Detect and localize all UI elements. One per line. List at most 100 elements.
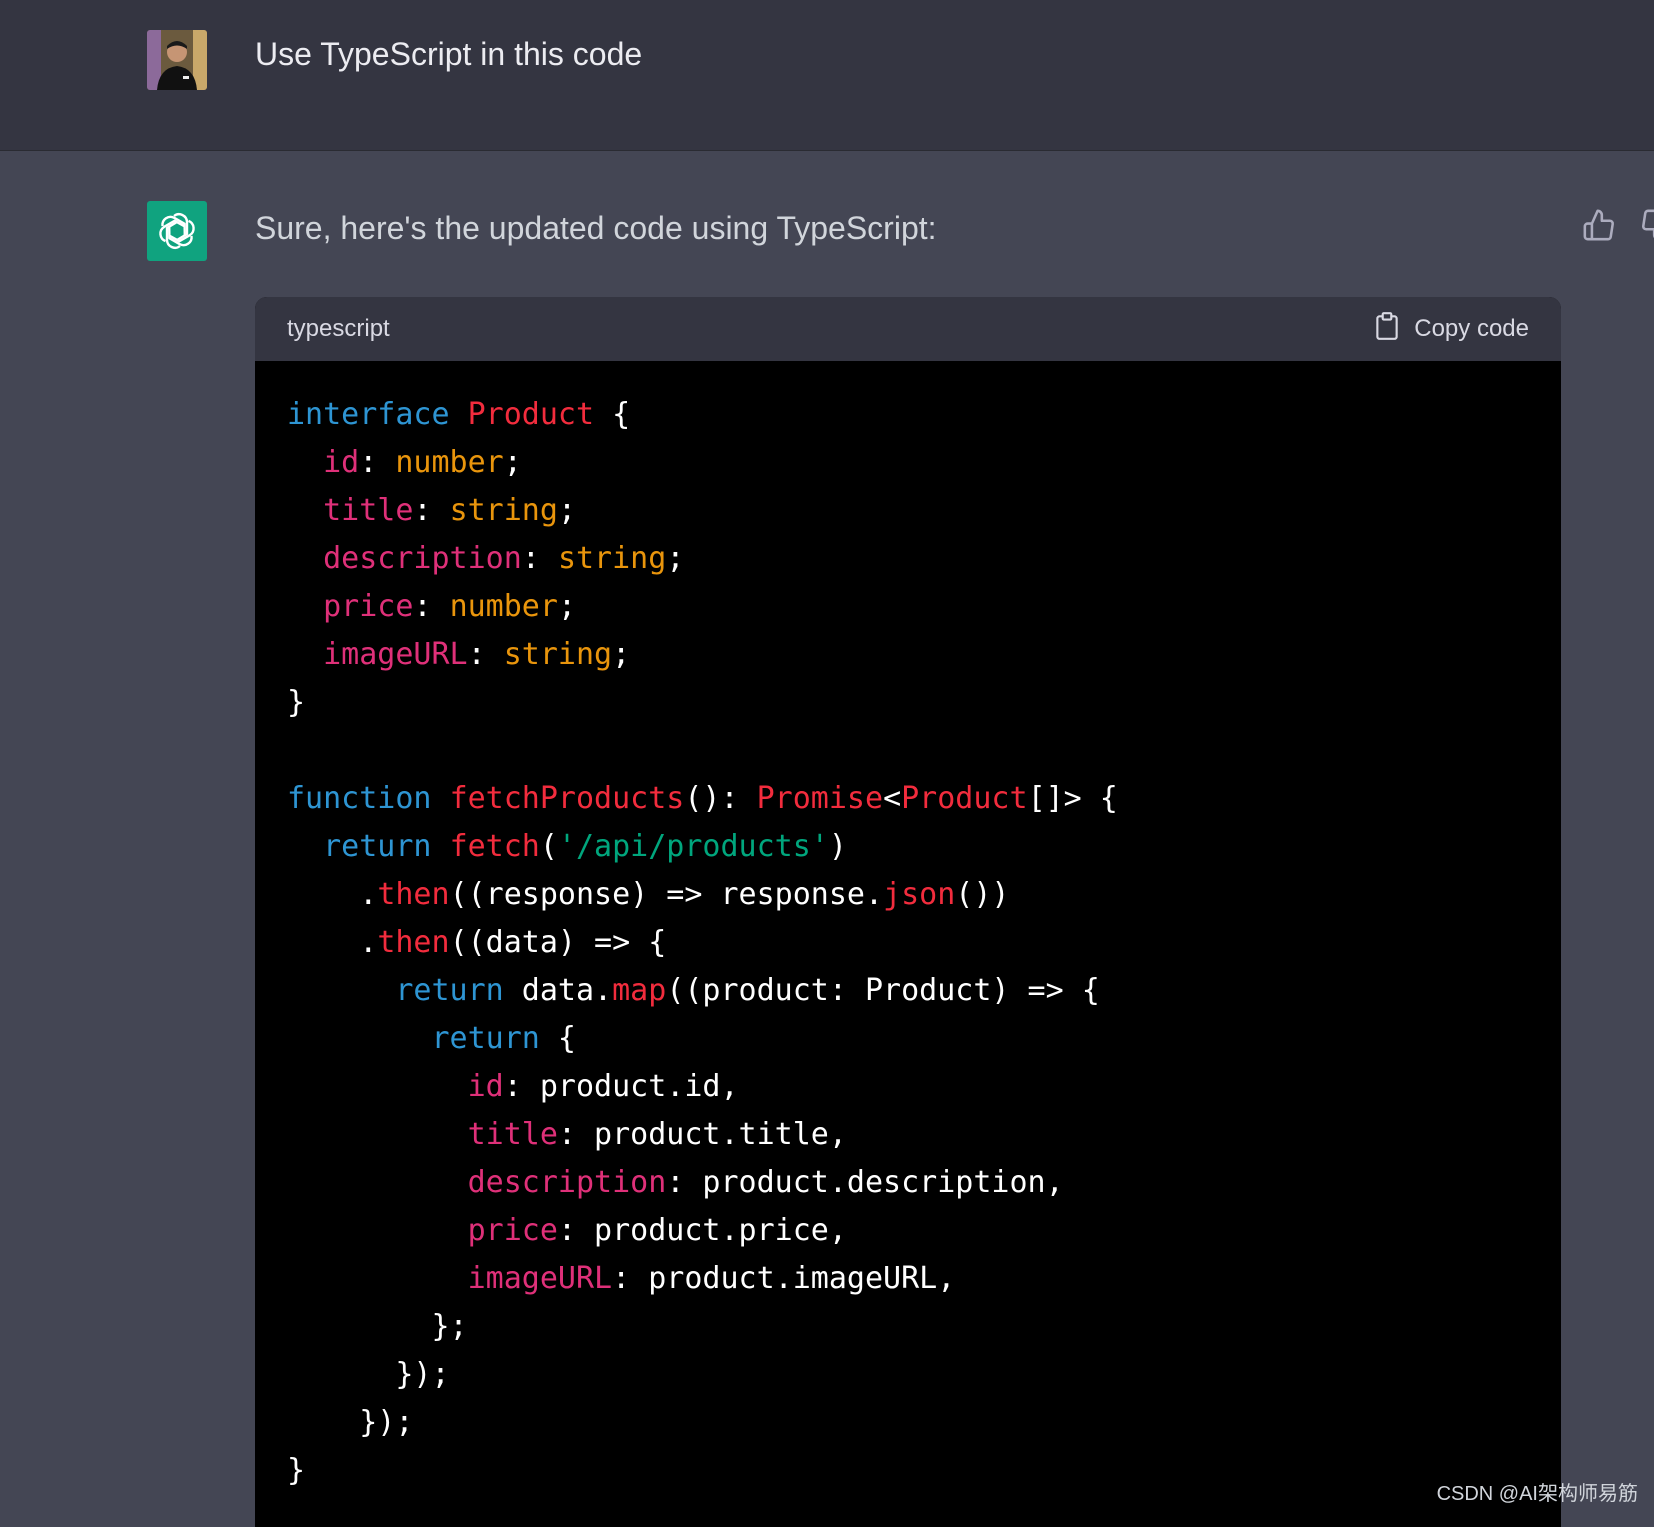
user-message-row: Use TypeScript in this code: [0, 0, 1654, 151]
code-token: id: [323, 445, 360, 480]
code-header: typescript Copy code: [255, 297, 1561, 361]
code-token: :: [413, 589, 450, 624]
code-line: return {: [287, 1015, 1561, 1063]
code-line: .then((data) => {: [287, 919, 1561, 967]
code-token: };: [287, 1309, 468, 1344]
code-token: : product.id,: [503, 1069, 739, 1104]
code-token: :: [467, 637, 504, 672]
code-token: : product.description,: [666, 1165, 1064, 1200]
code-line: title: product.title,: [287, 1111, 1561, 1159]
code-token: json: [883, 877, 956, 912]
code-line: price: number;: [287, 583, 1561, 631]
user-message-text: Use TypeScript in this code: [255, 36, 643, 72]
code-token: return: [431, 1021, 540, 1056]
code-line: return fetch('/api/products'): [287, 823, 1561, 871]
code-token: :: [413, 493, 450, 528]
code-token: function: [287, 781, 432, 816]
code-token: ;: [557, 493, 576, 528]
code-token: map: [612, 973, 667, 1008]
code-token: .: [287, 925, 378, 960]
code-token: fetchProducts: [449, 781, 685, 816]
code-token: id: [467, 1069, 504, 1104]
code-token: data.: [503, 973, 613, 1008]
code-line: };: [287, 1303, 1561, 1351]
code-token: ():: [684, 781, 757, 816]
code-token: price: [467, 1213, 558, 1248]
code-token: Product: [467, 397, 595, 432]
code-token: ;: [503, 445, 522, 480]
code-content: interface Product { id: number; title: s…: [255, 361, 1561, 1495]
code-token: }: [287, 685, 306, 720]
code-token: return: [323, 829, 432, 864]
clipboard-icon: [1374, 311, 1400, 348]
code-token: then: [377, 877, 450, 912]
code-line: }: [287, 679, 1561, 727]
code-line: imageURL: product.imageURL,: [287, 1255, 1561, 1303]
code-token: []> {: [1027, 781, 1118, 816]
code-line: title: string;: [287, 487, 1561, 535]
code-line: description: product.description,: [287, 1159, 1561, 1207]
code-line: function fetchProducts(): Promise<Produc…: [287, 775, 1561, 823]
code-token: price: [323, 589, 414, 624]
code-token: string: [449, 493, 558, 528]
code-token: {: [594, 397, 631, 432]
code-token: Product: [901, 781, 1028, 816]
code-token: then: [377, 925, 450, 960]
assistant-intro-text: Sure, here's the updated code using Type…: [255, 210, 937, 246]
code-token: interface: [287, 397, 450, 432]
code-token: ;: [612, 637, 631, 672]
watermark: CSDN @AI架构师易筋: [1436, 1483, 1638, 1505]
code-token: : product.price,: [557, 1213, 847, 1248]
copy-code-button[interactable]: Copy code: [1374, 311, 1529, 348]
code-token: (: [539, 829, 558, 864]
code-line: });: [287, 1351, 1561, 1399]
code-line: imageURL: string;: [287, 631, 1561, 679]
code-token: imageURL: [467, 1261, 613, 1296]
code-line: .then((response) => response.json()): [287, 871, 1561, 919]
code-token: ((product: Product) => {: [666, 973, 1100, 1008]
code-token: }: [287, 1453, 306, 1488]
code-token: ()): [955, 877, 1010, 912]
thumbs-up-icon[interactable]: [1582, 207, 1616, 243]
user-avatar: [147, 30, 207, 90]
code-token: title: [323, 493, 414, 528]
code-token: description: [467, 1165, 667, 1200]
code-token: string: [503, 637, 613, 672]
code-token: {: [539, 1021, 576, 1056]
code-token: });: [287, 1357, 450, 1392]
code-line: }: [287, 1447, 1561, 1495]
thumbs-down-icon[interactable]: [1640, 207, 1654, 243]
code-line: id: product.id,: [287, 1063, 1561, 1111]
code-token: : product.title,: [557, 1117, 847, 1152]
code-token: '/api/products': [557, 829, 829, 864]
code-line: price: product.price,: [287, 1207, 1561, 1255]
code-token: <: [883, 781, 902, 816]
code-token: description: [323, 541, 522, 576]
code-line: return data.map((product: Product) => {: [287, 967, 1561, 1015]
code-token: : product.imageURL,: [612, 1261, 956, 1296]
code-line: description: string;: [287, 535, 1561, 583]
code-token: ;: [557, 589, 576, 624]
code-line: });: [287, 1399, 1561, 1447]
code-token: ): [828, 829, 847, 864]
code-token: fetch: [449, 829, 540, 864]
code-token: number: [395, 445, 504, 480]
code-token: title: [467, 1117, 558, 1152]
assistant-message-row: Sure, here's the updated code using Type…: [0, 151, 1654, 1527]
code-token: string: [557, 541, 667, 576]
